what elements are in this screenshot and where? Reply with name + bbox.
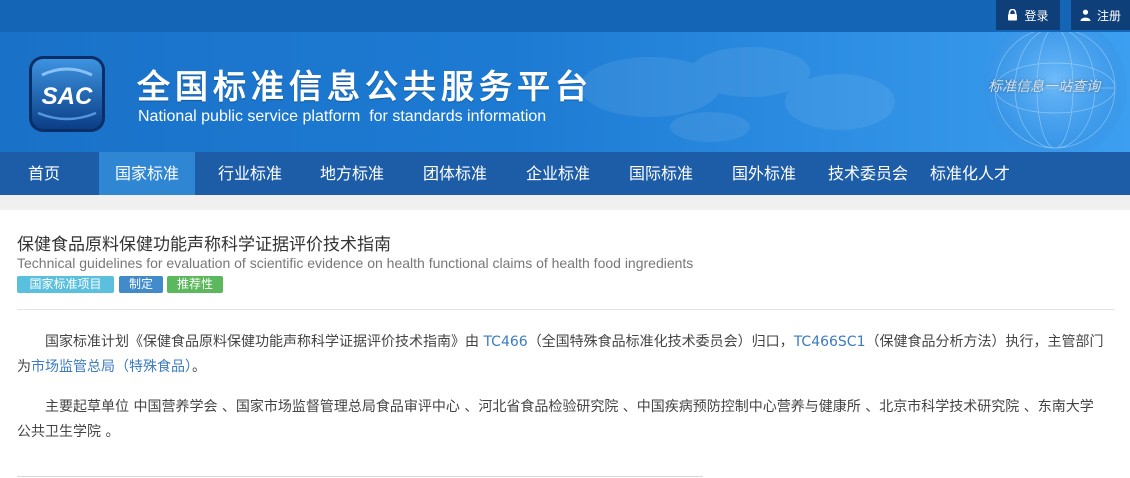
register-label: 注册: [1096, 8, 1121, 23]
slogan: 标准信息一站查询: [988, 79, 1100, 95]
nav-industry-standards[interactable]: 行业标准: [203, 152, 297, 195]
nav-national-standards[interactable]: 国家标准: [99, 152, 195, 195]
tag-formulation: 制定: [119, 276, 163, 293]
drafters-paragraph: 主要起草单位 中国营养学会 、国家市场监督管理总局食品审评中心 、河北省食品检验…: [17, 399, 1094, 440]
site-subtitle: National public service platform for sta…: [138, 108, 547, 125]
tc-name: （全国特殊食品标准化技术委员会）归口，: [527, 334, 794, 350]
world-map-graphic: [580, 47, 895, 142]
divider: [17, 309, 1115, 310]
page-title: 保健食品原料保健功能声称科学证据评价技术指南: [17, 235, 391, 255]
plan-prefix: 国家标准计划《保健食品原料保健功能声称科学证据评价技术指南》由: [45, 334, 484, 350]
logo-text: SAC: [42, 83, 93, 110]
login-label: 登录: [1024, 8, 1049, 23]
top-bar: 登录 注册: [0, 0, 1130, 32]
nav-international-standards[interactable]: 国际标准: [614, 152, 708, 195]
main-nav: 首页 国家标准 行业标准 地方标准 团体标准 企业标准 国际标准 国外标准 技术…: [0, 152, 1130, 195]
sac-logo[interactable]: SAC: [28, 55, 106, 133]
bottom-divider: [17, 476, 703, 477]
register-button[interactable]: 注册: [1071, 0, 1130, 30]
tc466-link[interactable]: TC466: [483, 334, 527, 350]
nav-group-standards[interactable]: 团体标准: [408, 152, 502, 195]
tc466sc1-link[interactable]: TC466SC1: [794, 334, 866, 350]
nav-local-standards[interactable]: 地方标准: [305, 152, 399, 195]
standard-detail: 保健食品原料保健功能声称科学证据评价技术指南 Technical guideli…: [0, 210, 1130, 478]
nav-foreign-standards[interactable]: 国外标准: [717, 152, 811, 195]
login-button[interactable]: 登录: [996, 0, 1060, 30]
nav-enterprise-standards[interactable]: 企业标准: [511, 152, 605, 195]
nav-technical-committees[interactable]: 技术委员会: [818, 152, 918, 195]
page-title-en: Technical guidelines for evaluation of s…: [17, 255, 694, 271]
plan-paragraph: 国家标准计划《保健食品原料保健功能声称科学证据评价技术指南》由 TC466（全国…: [17, 330, 1105, 380]
lock-icon: [1007, 9, 1018, 21]
plan-suffix: 。: [192, 359, 206, 375]
tag-recommended: 推荐性: [167, 276, 223, 293]
tag-national-standard-project: 国家标准项目: [17, 276, 114, 293]
nav-standardization-talent[interactable]: 标准化人才: [920, 152, 1020, 195]
site-banner: SAC 全国标准信息公共服务平台 National public service…: [0, 32, 1130, 152]
authority-link[interactable]: 市场监管总局（特殊食品）: [31, 359, 192, 375]
nav-home[interactable]: 首页: [0, 152, 88, 195]
user-icon: [1080, 9, 1091, 21]
site-title: 全国标准信息公共服务平台: [137, 67, 593, 106]
